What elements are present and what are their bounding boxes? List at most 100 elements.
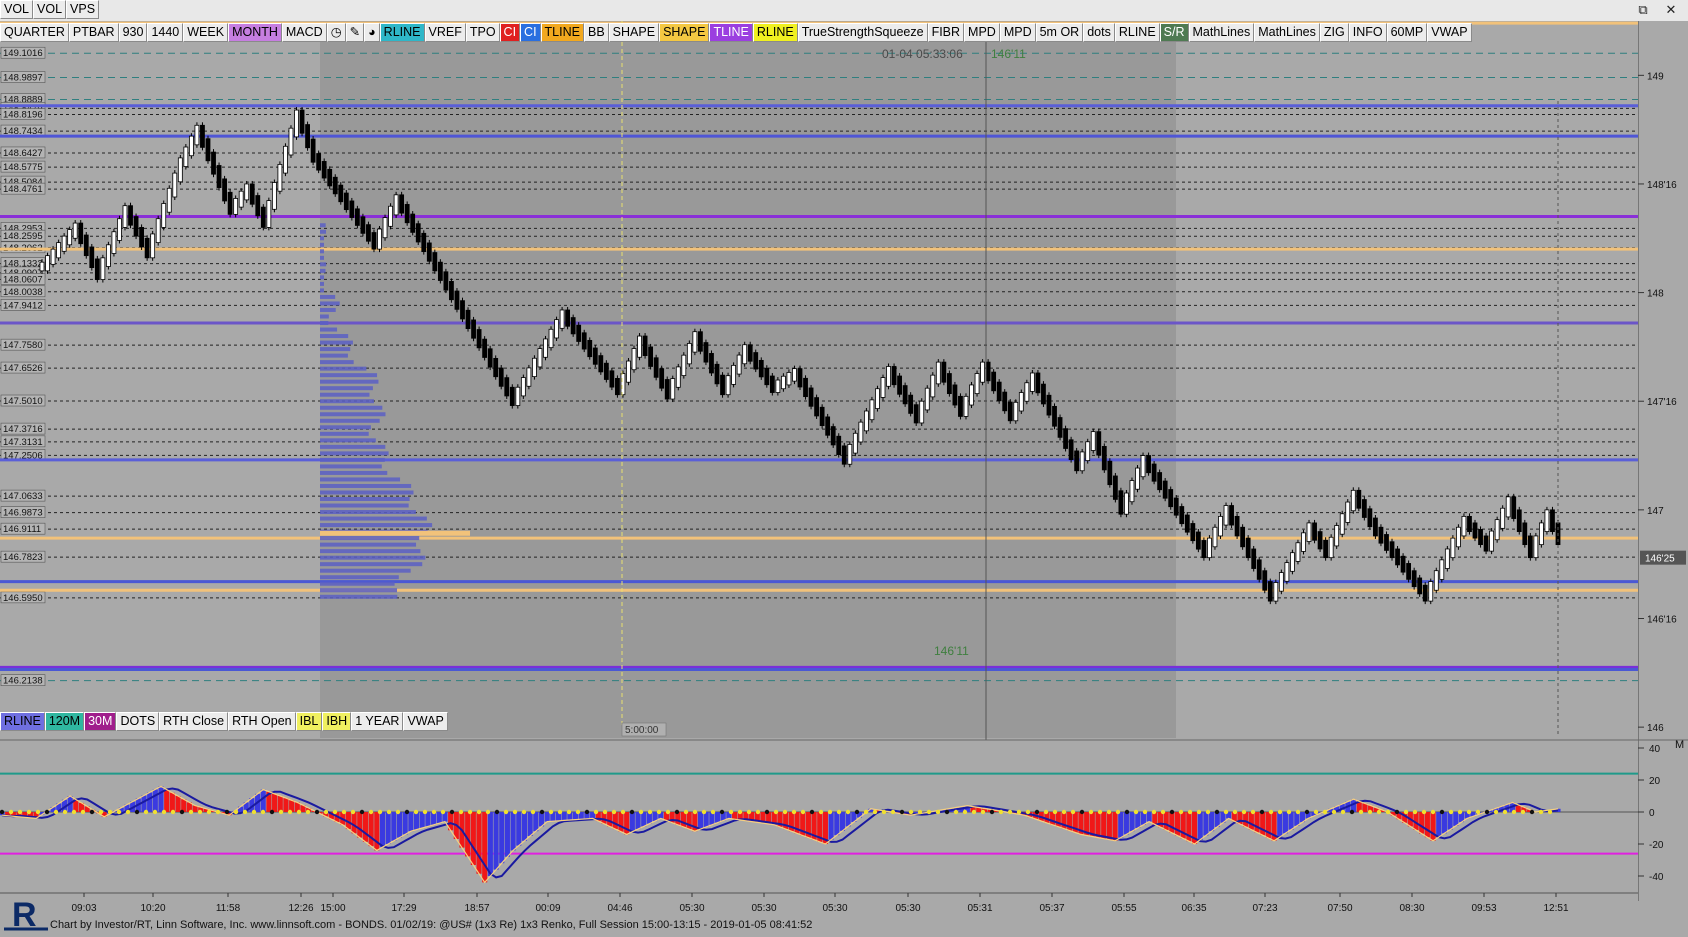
renko-brick (603, 362, 609, 380)
renko-brick (764, 367, 770, 386)
renko-brick (814, 397, 819, 417)
tb-truestrengthsqueeze-button[interactable]: TrueStrengthSqueeze (797, 23, 928, 42)
tb-s-r-button[interactable]: S/R (1159, 23, 1189, 42)
squeeze-dot (1250, 809, 1256, 815)
level-label: 148.5775 (3, 162, 43, 173)
tb-bb-button[interactable]: BB (583, 23, 609, 42)
level-label: 146.2138 (3, 676, 43, 687)
volume-profile-bar (320, 399, 374, 404)
tb-rline-button[interactable]: RLINE (1114, 23, 1160, 42)
renko-brick (238, 190, 244, 208)
renko-chart[interactable]: 149.1016148.9897148.8889148.8479148.8196… (0, 0, 1688, 932)
renko-brick (1223, 505, 1229, 526)
tb-rline-button[interactable]: RLINE (752, 23, 798, 42)
tb-month-button[interactable]: MONTH (228, 23, 282, 42)
tb-5m-or-button[interactable]: 5m OR (1035, 23, 1084, 42)
tb-tline-button[interactable]: TLINE (709, 23, 753, 42)
pencil-icon[interactable]: ✎ (345, 23, 365, 42)
volume-profile-bar (320, 288, 324, 293)
renko-brick (1135, 467, 1140, 490)
tb-930-button[interactable]: 930 (118, 23, 148, 42)
renko-brick (797, 368, 803, 388)
renko-brick (487, 348, 493, 368)
squeeze-dot (1007, 809, 1013, 815)
level-label: 147.9412 (3, 300, 43, 311)
ind-vwap-button[interactable]: VWAP (403, 712, 448, 731)
ind-rline-button[interactable]: RLINE (0, 712, 45, 731)
tb-shape-button[interactable]: SHAPE (608, 23, 660, 42)
ind-ibh-button[interactable]: IBH (322, 712, 352, 731)
ind-30m-button[interactable]: 30M (84, 712, 117, 731)
renko-brick (731, 364, 737, 385)
tb-ptbar-button[interactable]: PTBAR (68, 23, 119, 42)
squeeze-dot (1331, 809, 1337, 815)
renko-brick (1356, 489, 1362, 509)
renko-brick (935, 361, 941, 385)
tb-mpd-button[interactable]: MPD (999, 23, 1036, 42)
renko-brick (1234, 515, 1240, 537)
squeeze-dot (116, 809, 122, 815)
time-axis-label: 12:26 (288, 903, 313, 914)
renko-brick (78, 222, 84, 245)
renko-brick (958, 395, 963, 417)
session-shade (320, 21, 1176, 738)
palette-icon[interactable]: ◕ (364, 23, 380, 42)
renko-brick (781, 375, 786, 390)
renko-brick (1162, 480, 1168, 499)
level-label: 148.4761 (3, 184, 43, 195)
tb-quarter-button[interactable]: QUARTER (0, 23, 69, 42)
tb-1440-button[interactable]: 1440 (147, 23, 184, 42)
squeeze-dot (719, 809, 725, 815)
renko-brick (371, 232, 377, 250)
tb-dots-button[interactable]: dots (1083, 23, 1115, 42)
ind-rth-close-button[interactable]: RTH Close (159, 712, 229, 731)
squeeze-dot (143, 809, 149, 815)
tb-info-button[interactable]: INFO (1348, 23, 1387, 42)
squeeze-dot (1259, 809, 1265, 815)
tb-macd-button[interactable]: MACD (281, 23, 327, 42)
volume-profile-bar (320, 542, 417, 547)
squeeze-dot (845, 809, 851, 815)
tb-ci-button[interactable]: CI (520, 23, 541, 42)
level-label: 146.7823 (3, 552, 43, 563)
tb-60mp-button[interactable]: 60MP (1386, 23, 1428, 42)
tb-vwap-button[interactable]: VWAP (1427, 23, 1472, 42)
axis-tick-label: 147'16 (1647, 397, 1677, 408)
renko-brick (1378, 526, 1384, 544)
tb-mathlines-button[interactable]: MathLines (1188, 23, 1255, 42)
squeeze-dot (953, 809, 959, 815)
tb-mathlines-button[interactable]: MathLines (1254, 23, 1320, 42)
renko-brick (1074, 450, 1080, 472)
renko-brick (609, 370, 615, 388)
tb-ci-button[interactable]: CI (499, 23, 521, 42)
volume-profile-bar (320, 451, 389, 456)
volume-profile-bar (320, 549, 421, 554)
time-axis-label: 05:30 (679, 903, 704, 914)
ind-ibl-button[interactable]: IBL (295, 712, 323, 731)
squeeze-dot (251, 809, 257, 815)
tb-shape-button[interactable]: SHAPE (659, 23, 710, 42)
tb-mpd-button[interactable]: MPD (964, 23, 1000, 42)
squeeze-dot (422, 809, 428, 815)
tb-fibr-button[interactable]: FIBR (927, 23, 965, 42)
renko-brick (172, 172, 178, 198)
tb-zig-button[interactable]: ZIG (1319, 23, 1349, 42)
tb-vref-button[interactable]: VREF (424, 23, 466, 42)
squeeze-dot (557, 809, 563, 815)
renko-brick (382, 217, 388, 239)
renko-brick (1544, 509, 1550, 532)
tb-rline-button[interactable]: RLINE (379, 23, 425, 42)
squeeze-dot (674, 809, 680, 815)
renko-brick (913, 404, 919, 424)
tb-week-button[interactable]: WEEK (183, 23, 229, 42)
ind-dots-button[interactable]: DOTS (116, 712, 160, 731)
tb-tpo-button[interactable]: TPO (465, 23, 500, 42)
renko-brick (1450, 537, 1456, 559)
squeeze-dot (224, 809, 230, 815)
ind-rth-open-button[interactable]: RTH Open (228, 712, 296, 731)
ind-120m-button[interactable]: 120M (44, 712, 85, 731)
clock-icon[interactable]: ◷ (326, 23, 346, 42)
ind-1-year-button[interactable]: 1 YEAR (351, 712, 404, 731)
renko-brick (288, 127, 294, 156)
tb-tline-button[interactable]: TLINE (540, 23, 584, 42)
